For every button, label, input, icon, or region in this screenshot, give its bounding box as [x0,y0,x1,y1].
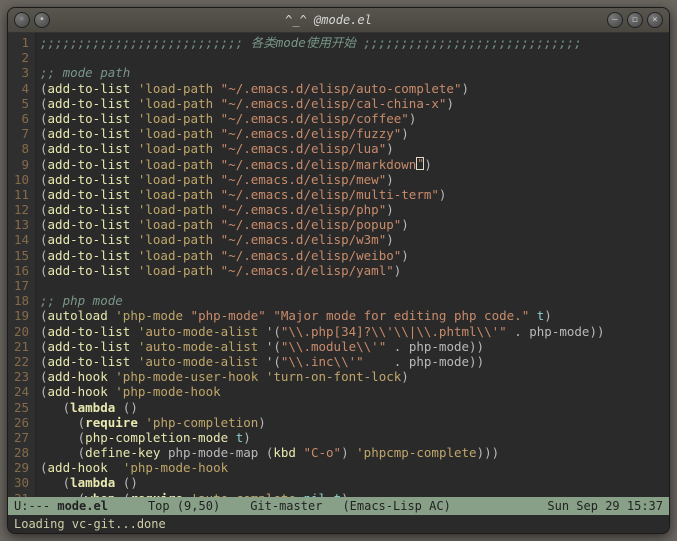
code-line[interactable]: (add-to-list 'auto-mode-alist '("\\.php[… [40,324,669,339]
line-number: 6 [12,111,29,126]
window-title: ^_^ @mode.el [50,13,607,27]
modeline-mode: (Emacs-Lisp AC) [342,499,450,513]
line-number: 19 [12,308,29,323]
close-icon[interactable]: × [647,12,663,28]
code-line[interactable]: (add-to-list 'load-path "~/.emacs.d/elis… [40,81,669,96]
line-number: 15 [12,248,29,263]
line-number: 23 [12,369,29,384]
line-number: 14 [12,232,29,247]
code-line[interactable]: (add-to-list 'load-path "~/.emacs.d/elis… [40,126,669,141]
line-number: 1 [12,35,29,50]
code-line[interactable]: (autoload 'php-mode "php-mode" "Major mo… [40,308,669,323]
modeline-position: Top (9,50) [148,499,220,513]
line-number: 7 [12,126,29,141]
editor-area[interactable]: 1234567891011121314151617181920212223242… [8,33,669,497]
code-line[interactable]: (lambda () [40,400,669,415]
code-line[interactable]: (add-to-list 'load-path "~/.emacs.d/elis… [40,141,669,156]
line-number: 24 [12,384,29,399]
code-buffer[interactable]: ;;;;;;;;;;;;;;;;;;;;;;;;;;; 各类mode使用开始 ;… [36,33,669,497]
line-number: 16 [12,263,29,278]
pin-icon[interactable]: • [34,12,50,28]
code-line[interactable] [40,278,669,293]
code-line[interactable]: (add-to-list 'load-path "~/.emacs.d/elis… [40,157,669,172]
line-number: 8 [12,141,29,156]
code-line[interactable]: ;;;;;;;;;;;;;;;;;;;;;;;;;;; 各类mode使用开始 ;… [40,35,669,50]
code-line[interactable]: (require 'php-completion) [40,415,669,430]
line-number: 10 [12,172,29,187]
editor-window: ◦ • ^_^ @mode.el – ◻ × 12345678910111213… [7,7,670,534]
line-number: 13 [12,217,29,232]
line-number: 29 [12,460,29,475]
code-line[interactable]: (add-to-list 'load-path "~/.emacs.d/elis… [40,248,669,263]
line-number: 9 [12,157,29,172]
code-line[interactable]: (add-to-list 'auto-mode-alist '("\\.inc\… [40,354,669,369]
line-number: 22 [12,354,29,369]
line-number: 20 [12,324,29,339]
code-line[interactable]: (add-to-list 'load-path "~/.emacs.d/elis… [40,96,669,111]
line-number: 17 [12,278,29,293]
code-line[interactable]: (add-to-list 'load-path "~/.emacs.d/elis… [40,111,669,126]
code-line[interactable]: (add-hook 'php-mode-user-hook 'turn-on-f… [40,369,669,384]
code-line[interactable]: (add-to-list 'auto-mode-alist '("\\.modu… [40,339,669,354]
code-line[interactable]: (define-key php-mode-map (kbd "C-o") 'ph… [40,445,669,460]
modeline-buffer-name: mode.el [57,499,108,513]
code-line[interactable]: (add-hook 'php-mode-hook [40,460,669,475]
modeline-vc: Git-master [250,499,322,513]
code-line[interactable]: (php-completion-mode t) [40,430,669,445]
line-number: 25 [12,400,29,415]
code-line[interactable]: (lambda () [40,475,669,490]
maximize-icon[interactable]: ◻ [627,12,643,28]
line-number: 3 [12,65,29,80]
code-line[interactable]: (add-to-list 'load-path "~/.emacs.d/elis… [40,263,669,278]
code-line[interactable] [40,50,669,65]
app-menu-icon[interactable]: ◦ [14,12,30,28]
mode-line: U:--- mode.el Top (9,50) Git-master (Ema… [8,497,669,515]
code-line[interactable]: (add-to-list 'load-path "~/.emacs.d/elis… [40,217,669,232]
line-number: 12 [12,202,29,217]
line-number-gutter: 1234567891011121314151617181920212223242… [8,33,36,497]
minimize-icon[interactable]: – [607,12,623,28]
modeline-time: Sun Sep 29 15:37 [547,499,663,513]
titlebar[interactable]: ◦ • ^_^ @mode.el – ◻ × [8,8,669,33]
line-number: 18 [12,293,29,308]
code-line[interactable]: (add-hook 'php-mode-hook [40,384,669,399]
line-number: 28 [12,445,29,460]
minibuffer: Loading vc-git...done [8,515,669,533]
line-number: 11 [12,187,29,202]
code-line[interactable]: (add-to-list 'load-path "~/.emacs.d/elis… [40,202,669,217]
line-number: 27 [12,430,29,445]
line-number: 30 [12,475,29,490]
code-line[interactable]: (add-to-list 'load-path "~/.emacs.d/elis… [40,232,669,247]
line-number: 4 [12,81,29,96]
line-number: 5 [12,96,29,111]
code-line[interactable]: ;; php mode [40,293,669,308]
line-number: 26 [12,415,29,430]
code-line[interactable]: ;; mode path [40,65,669,80]
code-line[interactable]: (add-to-list 'load-path "~/.emacs.d/elis… [40,187,669,202]
line-number: 2 [12,50,29,65]
modeline-status: U:--- [14,499,57,513]
line-number: 21 [12,339,29,354]
code-line[interactable]: (add-to-list 'load-path "~/.emacs.d/elis… [40,172,669,187]
